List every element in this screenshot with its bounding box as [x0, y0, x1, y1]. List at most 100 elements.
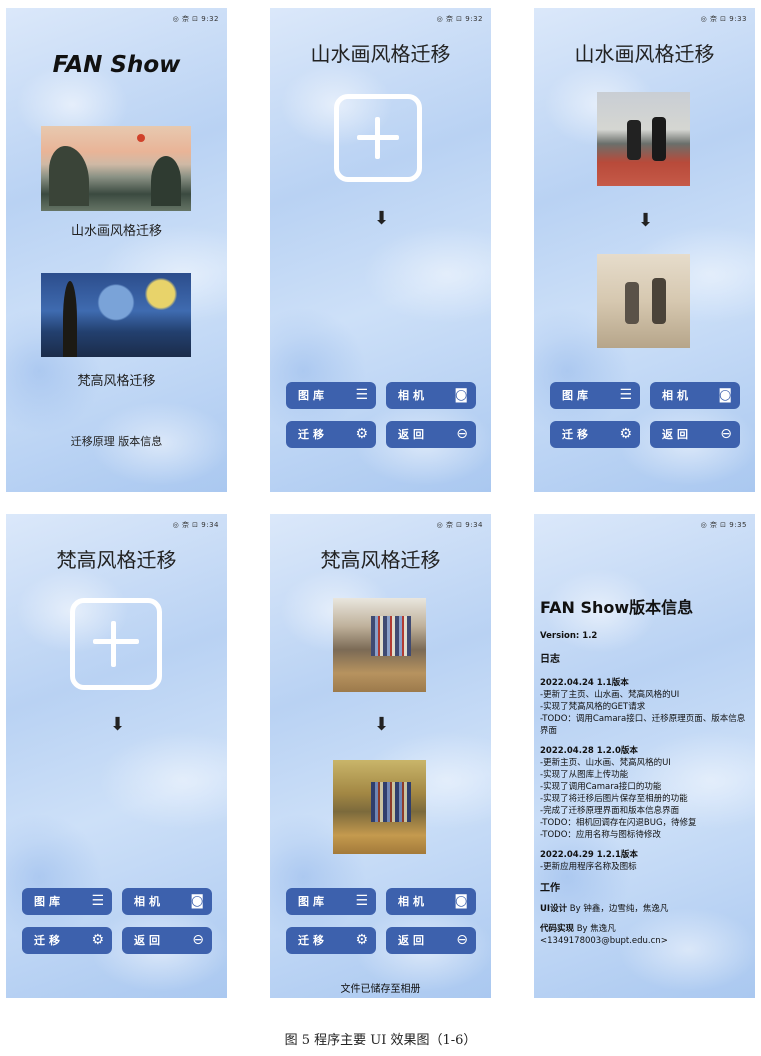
bookshelf-books: [371, 782, 411, 822]
transfer-label: 迁移: [298, 428, 328, 441]
gallery-button[interactable]: 图库 ☰: [22, 888, 112, 915]
camera-icon: ◙: [454, 893, 468, 909]
log-line: -实现了梵高风格的GET请求: [540, 702, 646, 712]
back-arrow-icon: ⊖: [720, 426, 732, 442]
item-label-van-gogh[interactable]: 梵高风格迁移: [6, 370, 227, 389]
stylized-output-photo[interactable]: [333, 760, 426, 854]
gear-icon: ⚙: [355, 932, 368, 948]
runner-figure: [627, 120, 641, 160]
menu-icon: ☰: [619, 387, 632, 403]
page-title: 梵高风格迁移: [320, 548, 441, 572]
mountain-shape: [151, 156, 181, 206]
log-line: -更新应用程序名称及图标: [540, 862, 637, 872]
version-info-body: Version: 1.2 日志 2022.04.24 1.1版本 -更新了主页、…: [540, 630, 749, 947]
gallery-button[interactable]: 图库 ☰: [286, 382, 376, 409]
status-bar: ◎ 奈 ⊡ 9:34: [436, 521, 483, 529]
credit-ui: UI设计 By 钟鑫，边雪纯，焦逸凡: [540, 903, 749, 915]
gallery-label: 图库: [562, 389, 592, 402]
transfer-label: 迁移: [34, 934, 64, 947]
back-button[interactable]: 返回 ⊖: [122, 927, 212, 954]
van-gogh-painting-thumbnail[interactable]: [41, 273, 191, 357]
log-line: -TODO：调用Camara接口、迁移原理页面、版本信息界面: [540, 714, 746, 736]
back-button[interactable]: 返回 ⊖: [650, 421, 740, 448]
down-arrow-icon: ⬇: [638, 210, 654, 231]
log-entry-heading: 2022.04.29 1.2.1版本: [540, 850, 638, 860]
log-line: -实现了调用Camara接口的功能: [540, 782, 662, 792]
camera-button[interactable]: 相机 ◙: [386, 382, 476, 409]
log-line: -TODO：应用名称与图标待修改: [540, 830, 661, 840]
down-arrow-icon: ⬇: [110, 714, 126, 735]
contact-email[interactable]: <1349178003@bupt.edu.cn>: [540, 935, 749, 947]
camera-button[interactable]: 相机 ◙: [650, 382, 740, 409]
page-title: FAN Show版本信息: [540, 598, 694, 617]
status-bar: ◎ 奈 ⊡ 9:32: [436, 15, 483, 23]
transfer-button[interactable]: 迁移 ⚙: [286, 927, 376, 954]
camera-button[interactable]: 相机 ◙: [386, 888, 476, 915]
status-bar: ◎ 奈 ⊡ 9:34: [172, 521, 219, 529]
log-line: -TODO：相机回调存在闪退BUG，待修复: [540, 818, 697, 828]
add-image-button[interactable]: [70, 598, 162, 690]
mountain-shape: [49, 146, 89, 206]
screen-van-gogh-empty: ◎ 奈 ⊡ 9:34 梵高风格迁移 ⬇ 图库 ☰ 相机 ◙ 迁移 ⚙ 返回 ⊖: [6, 514, 227, 998]
transfer-button[interactable]: 迁移 ⚙: [550, 421, 640, 448]
menu-icon: ☰: [91, 893, 104, 909]
home-footer-links[interactable]: 迁移原理 版本信息: [6, 433, 227, 449]
screen-home: ◎ 奈 ⊡ 9:32 FAN Show 山水画风格迁移 梵高风格迁移 迁移原理 …: [6, 8, 227, 492]
app-title: FAN Show: [52, 52, 181, 78]
gear-icon: ⚙: [91, 932, 104, 948]
camera-label: 相机: [398, 895, 428, 908]
back-arrow-icon: ⊖: [192, 932, 204, 948]
gear-icon: ⚙: [355, 426, 368, 442]
camera-button[interactable]: 相机 ◙: [122, 888, 212, 915]
camera-icon: ◙: [718, 387, 732, 403]
back-label: 返回: [134, 934, 164, 947]
status-bar: ◎ 奈 ⊡ 9:33: [700, 15, 747, 23]
input-photo[interactable]: [333, 598, 426, 692]
back-label: 返回: [398, 428, 428, 441]
landscape-painting-thumbnail[interactable]: [41, 126, 191, 211]
screen-landscape-result: ◎ 奈 ⊡ 9:33 山水画风格迁移 ⬇ 图库 ☰ 相机 ◙ 迁移 ⚙ 返回 ⊖: [534, 8, 755, 492]
transfer-button[interactable]: 迁移 ⚙: [22, 927, 112, 954]
credit-ui-label: UI设计: [540, 904, 568, 914]
log-line: -更新了主页、山水画、梵高风格的UI: [540, 690, 680, 700]
log-entry-heading: 2022.04.28 1.2.0版本: [540, 746, 638, 756]
camera-label: 相机: [134, 895, 164, 908]
work-heading: 工作: [540, 883, 560, 894]
input-photo[interactable]: [597, 92, 690, 186]
stylized-output-photo[interactable]: [597, 254, 690, 348]
back-button[interactable]: 返回 ⊖: [386, 927, 476, 954]
log-heading: 日志: [540, 654, 560, 665]
cypress-tree: [63, 281, 77, 357]
screen-version-info: ◎ 奈 ⊡ 9:35 FAN Show版本信息 Version: 1.2 日志 …: [534, 514, 755, 998]
credit-code-names: By 焦逸凡: [574, 924, 616, 934]
credit-code-label: 代码实现: [540, 924, 575, 934]
gallery-label: 图库: [298, 895, 328, 908]
runner-sketch: [652, 278, 666, 324]
log-line: -实现了将迁移后图片保存至相册的功能: [540, 794, 688, 804]
page-title: 山水画风格迁移: [310, 42, 451, 66]
page-title: 山水画风格迁移: [574, 42, 715, 66]
gallery-button[interactable]: 图库 ☰: [550, 382, 640, 409]
gallery-label: 图库: [298, 389, 328, 402]
menu-icon: ☰: [355, 893, 368, 909]
runner-figure: [652, 117, 666, 161]
status-bar: ◎ 奈 ⊡ 9:35: [700, 521, 747, 529]
status-bar: ◎ 奈 ⊡ 9:32: [172, 15, 219, 23]
page-title: 梵高风格迁移: [56, 548, 177, 572]
toast-message: 文件已储存至相册: [340, 984, 421, 995]
version-text: Version: 1.2: [540, 631, 598, 641]
credit-ui-names: By 钟鑫，边雪纯，焦逸凡: [567, 904, 669, 914]
gallery-button[interactable]: 图库 ☰: [286, 888, 376, 915]
menu-icon: ☰: [355, 387, 368, 403]
figure-caption: 图 5 程序主要 UI 效果图（1-6）: [284, 1033, 477, 1048]
sun-shape: [137, 134, 145, 142]
item-label-landscape[interactable]: 山水画风格迁移: [6, 220, 227, 239]
transfer-button[interactable]: 迁移 ⚙: [286, 421, 376, 448]
camera-icon: ◙: [454, 387, 468, 403]
add-image-button[interactable]: [334, 94, 422, 182]
back-button[interactable]: 返回 ⊖: [386, 421, 476, 448]
runner-sketch: [625, 282, 639, 324]
gear-icon: ⚙: [619, 426, 632, 442]
log-line: -更新主页、山水画、梵高风格的UI: [540, 758, 671, 768]
back-label: 返回: [398, 934, 428, 947]
